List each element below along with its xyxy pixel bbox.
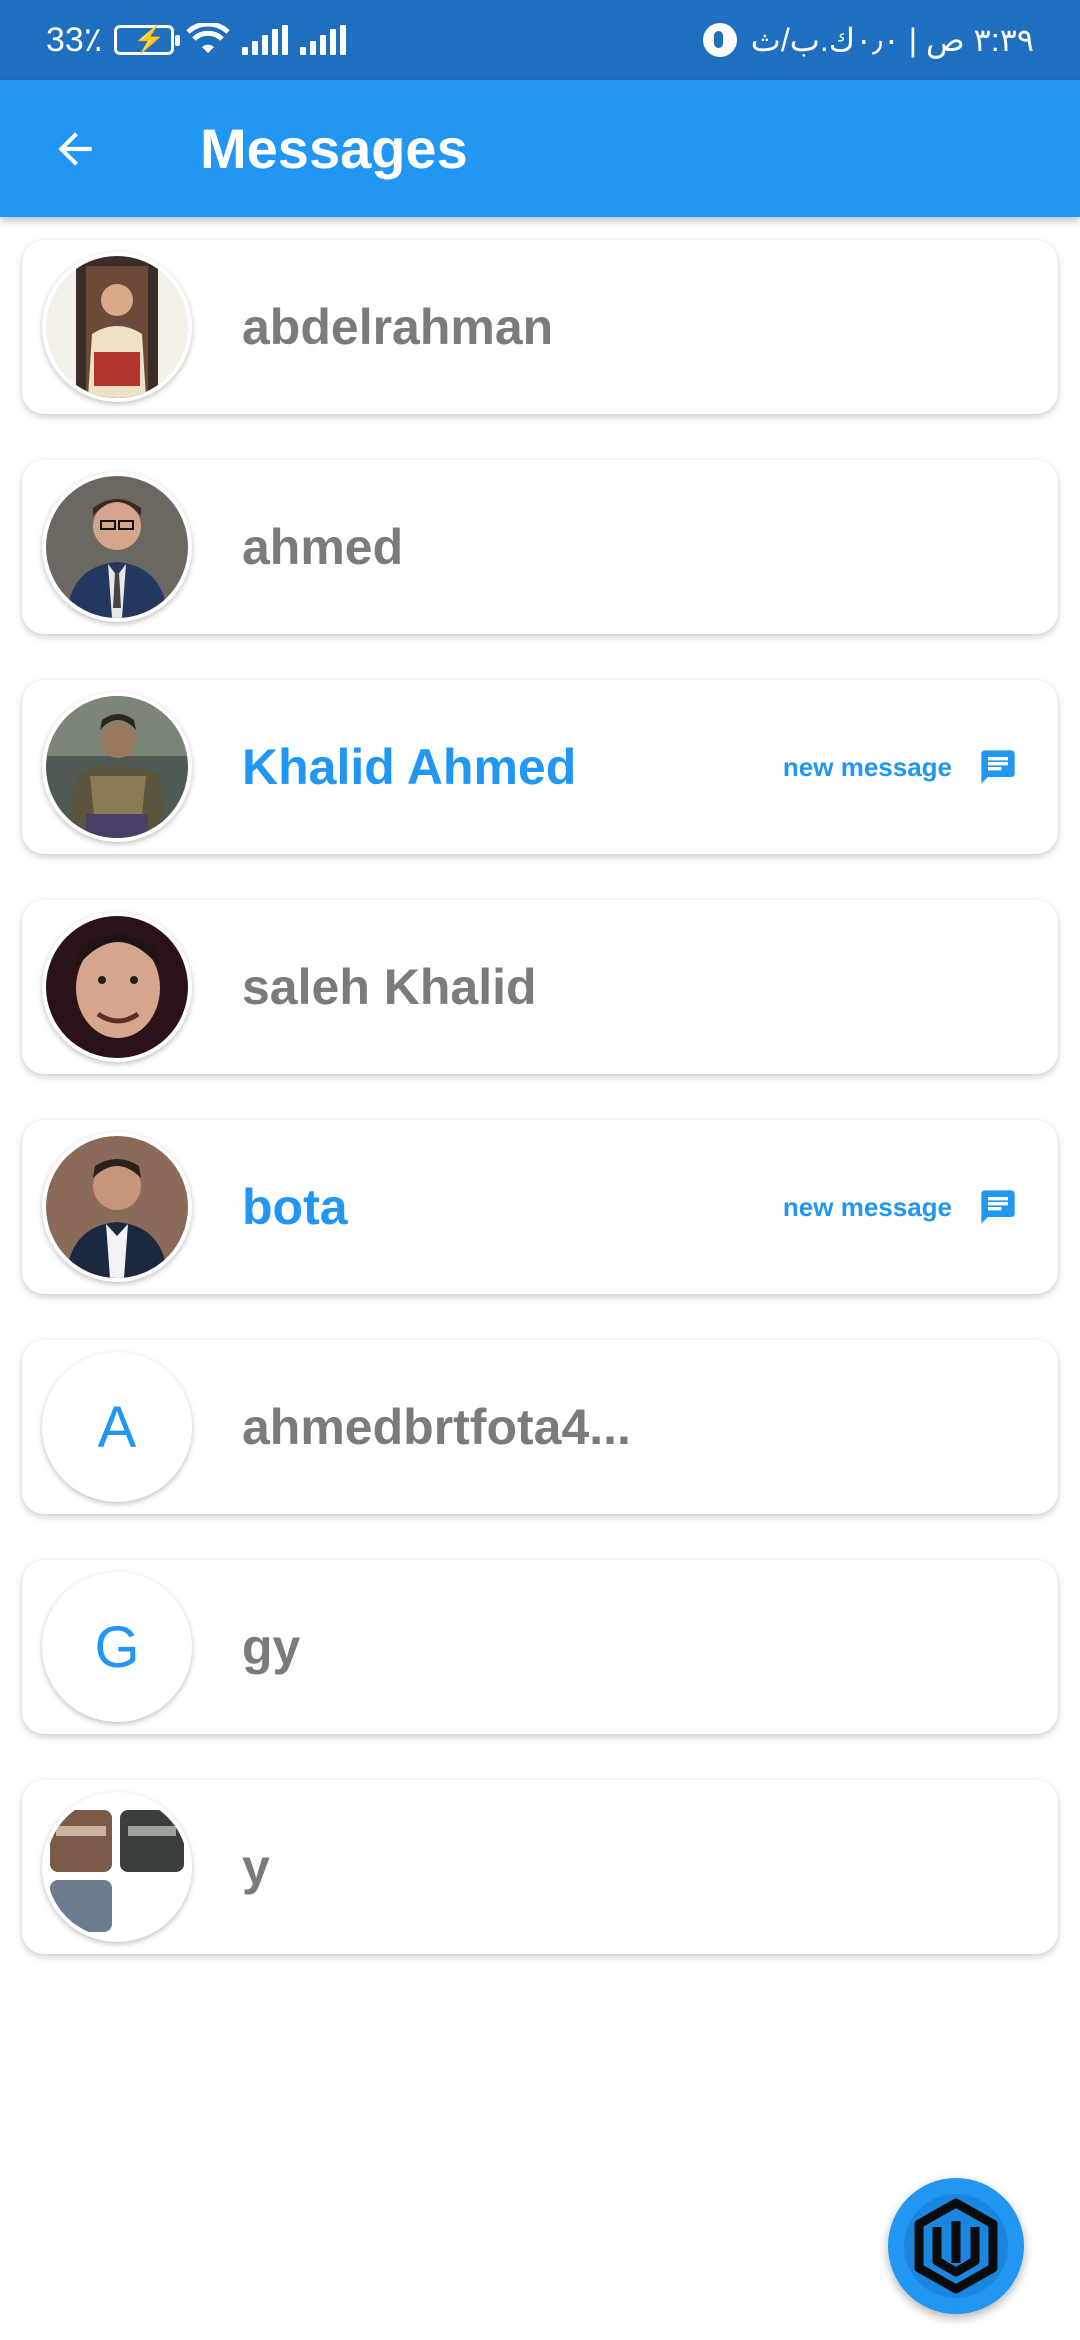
- new-message-label: new message: [782, 751, 952, 782]
- avatar: [42, 252, 192, 402]
- status-right: ٣:٣٩ ص | ٠٫٠ك.ب/ث: [702, 0, 1034, 80]
- app-logo-icon: [904, 2194, 1008, 2298]
- avatar-letter: A: [97, 1394, 137, 1460]
- new-message-badge: new message: [783, 680, 1018, 854]
- avatar: G: [42, 1572, 192, 1722]
- floating-action-button[interactable]: [888, 2178, 1024, 2314]
- signal-icon-2: [300, 25, 347, 55]
- status-left: 33٪ ⚡: [46, 0, 347, 80]
- notification-app-icon: [702, 23, 737, 57]
- conversation-item[interactable]: A ahmedbrtfota4...: [22, 1340, 1058, 1514]
- avatar-letter: G: [94, 1614, 140, 1680]
- back-button[interactable]: [40, 114, 110, 184]
- conversation-item[interactable]: ahmed: [22, 460, 1058, 634]
- conversation-item[interactable]: y: [22, 1780, 1058, 1954]
- page-title: Messages: [200, 117, 468, 180]
- conversation-name: bota: [242, 1179, 348, 1235]
- conversation-item[interactable]: G gy: [22, 1560, 1058, 1734]
- status-bar: 33٪ ⚡ ٣:٣٩ ص | ٠٫٠ك.ب/ث: [0, 0, 1080, 80]
- conversation-item[interactable]: abdelrahman: [22, 240, 1058, 414]
- conversation-name: ahmed: [242, 519, 404, 575]
- battery-percent: 33٪: [46, 21, 103, 59]
- conversation-item[interactable]: bota new message: [22, 1120, 1058, 1294]
- app-bar: Messages: [0, 80, 1080, 217]
- new-message-badge: new message: [783, 1120, 1018, 1294]
- battery-icon: ⚡: [114, 24, 181, 55]
- status-time: ٣:٣٩ ص | ٠٫٠ك.ب/ث: [750, 22, 1034, 58]
- message-icon: [981, 1190, 1015, 1224]
- avatar: [42, 912, 192, 1062]
- conversation-name: saleh Khalid: [242, 959, 537, 1015]
- avatar: [42, 472, 192, 622]
- conversation-name: Khalid Ahmed: [242, 739, 577, 795]
- conversation-name: ahmedbrtfota4...: [242, 1399, 631, 1455]
- avatar: [42, 1792, 192, 1942]
- conversation-list: abdelrahman ahmed Khalid Ahmed new messa…: [22, 240, 1058, 2000]
- new-message-label: new message: [782, 1191, 952, 1222]
- conversation-item[interactable]: Khalid Ahmed new message: [22, 680, 1058, 854]
- avatar: A: [42, 1352, 192, 1502]
- signal-icon-1: [242, 25, 289, 55]
- avatar: [42, 692, 192, 842]
- arrow-back-icon: [58, 132, 92, 166]
- conversation-name: y: [242, 1839, 270, 1895]
- message-icon: [981, 750, 1015, 784]
- wifi-icon: [186, 23, 230, 53]
- conversation-name: gy: [242, 1619, 301, 1675]
- conversation-name: abdelrahman: [242, 299, 554, 355]
- conversation-item[interactable]: saleh Khalid: [22, 900, 1058, 1074]
- avatar: [42, 1132, 192, 1282]
